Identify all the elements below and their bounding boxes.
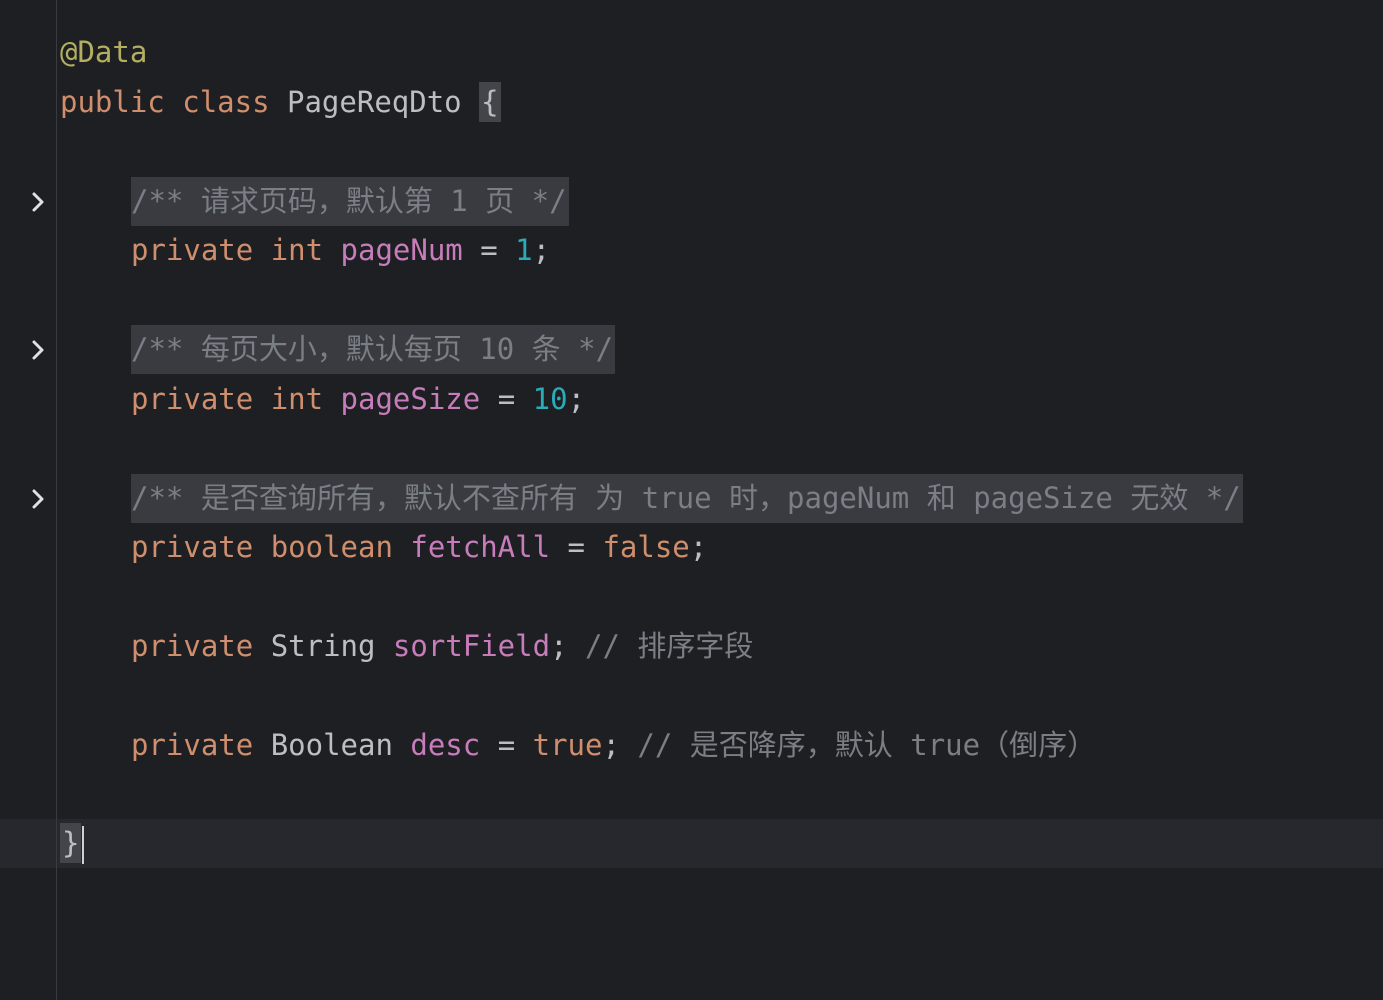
doc-comment-2-wrap: /** 每页大小，默认每页 10 条 */ bbox=[131, 325, 616, 374]
modifier-private: private bbox=[131, 629, 254, 663]
field-name: desc bbox=[410, 728, 481, 762]
semicolon: ; bbox=[689, 530, 708, 564]
field-pagenum: private int pageNum = 1; bbox=[131, 226, 550, 275]
line-comment: // 排序字段 bbox=[585, 629, 754, 663]
code-line-doc-comment-2[interactable]: /** 每页大小，默认每页 10 条 */ bbox=[0, 325, 616, 374]
code-line-doc-comment-1[interactable]: /** 请求页码，默认第 1 页 */ bbox=[0, 177, 569, 226]
doc-comment-1-wrap: /** 请求页码，默认第 1 页 */ bbox=[131, 177, 569, 226]
type-boolean: boolean bbox=[270, 530, 393, 564]
code-line-annotation[interactable]: @Data bbox=[0, 28, 147, 77]
code-line-close-brace[interactable]: } bbox=[0, 819, 85, 868]
field-name: fetchAll bbox=[410, 530, 551, 564]
code-line-field-sortfield[interactable]: private String sortField; // 排序字段 bbox=[0, 622, 753, 671]
chevron-right-icon[interactable] bbox=[28, 191, 50, 213]
operator: = bbox=[480, 233, 498, 267]
chevron-right-icon[interactable] bbox=[28, 339, 50, 361]
text-caret bbox=[82, 826, 85, 864]
code-line-field-pagenum[interactable]: private int pageNum = 1; bbox=[0, 226, 550, 275]
class-name: PageReqDto bbox=[287, 85, 462, 119]
doc-comment-3-wrap: /** 是否查询所有，默认不查所有 为 true 时，pageNum 和 pag… bbox=[131, 474, 1243, 523]
boolean-literal: false bbox=[602, 530, 690, 564]
semicolon: ; bbox=[532, 233, 551, 267]
number-literal: 10 bbox=[532, 382, 568, 416]
modifier-private: private bbox=[131, 728, 254, 762]
field-fetchall: private boolean fetchAll = false; bbox=[131, 523, 707, 572]
boolean-literal: true bbox=[532, 728, 603, 762]
type-int: int bbox=[270, 382, 324, 416]
doc-comment-1: /** 请求页码，默认第 1 页 */ bbox=[131, 177, 569, 226]
keyword-public: public bbox=[60, 85, 165, 119]
chevron-right-icon[interactable] bbox=[28, 488, 50, 510]
open-brace: { bbox=[479, 82, 501, 122]
keyword-class: class bbox=[182, 85, 270, 119]
current-line-highlight bbox=[0, 819, 1383, 868]
field-name: sortField bbox=[392, 629, 551, 663]
code-line-field-fetchall[interactable]: private boolean fetchAll = false; bbox=[0, 523, 707, 572]
operator: = bbox=[567, 530, 585, 564]
field-name: pageSize bbox=[340, 382, 481, 416]
type-boolean-wrapper: Boolean bbox=[270, 728, 393, 762]
annotation-text: @Data bbox=[60, 35, 148, 69]
field-pagesize: private int pageSize = 10; bbox=[131, 375, 585, 424]
code-line-class-declaration[interactable]: public class PageReqDto { bbox=[0, 78, 501, 127]
number-literal: 1 bbox=[515, 233, 533, 267]
semicolon: ; bbox=[550, 629, 568, 663]
operator: = bbox=[497, 382, 516, 416]
code-editor[interactable]: @Data public class PageReqDto { /** 请求页码… bbox=[0, 0, 1383, 1000]
semicolon: ; bbox=[602, 728, 620, 762]
field-name: pageNum bbox=[340, 233, 463, 267]
field-sortfield: private String sortField; // 排序字段 bbox=[131, 622, 753, 671]
field-desc: private Boolean desc = true; // 是否降序，默认 … bbox=[131, 721, 1096, 770]
modifier-private: private bbox=[131, 233, 254, 267]
close-brace: } bbox=[60, 823, 82, 863]
modifier-private: private bbox=[131, 530, 254, 564]
type-int: int bbox=[270, 233, 324, 267]
doc-comment-2: /** 每页大小，默认每页 10 条 */ bbox=[131, 325, 616, 374]
modifier-private: private bbox=[131, 382, 254, 416]
code-line-field-desc[interactable]: private Boolean desc = true; // 是否降序，默认 … bbox=[0, 721, 1096, 770]
class-declaration: public class PageReqDto { bbox=[60, 78, 501, 127]
code-line-doc-comment-3[interactable]: /** 是否查询所有，默认不查所有 为 true 时，pageNum 和 pag… bbox=[0, 474, 1243, 523]
type-string: String bbox=[270, 629, 376, 663]
operator: = bbox=[497, 728, 516, 762]
close-brace-wrap: } bbox=[60, 819, 85, 868]
doc-comment-3: /** 是否查询所有，默认不查所有 为 true 时，pageNum 和 pag… bbox=[131, 474, 1243, 523]
code-line-field-pagesize[interactable]: private int pageSize = 10; bbox=[0, 375, 585, 424]
semicolon: ; bbox=[567, 382, 586, 416]
line-comment: // 是否降序，默认 true（倒序） bbox=[637, 728, 1097, 762]
